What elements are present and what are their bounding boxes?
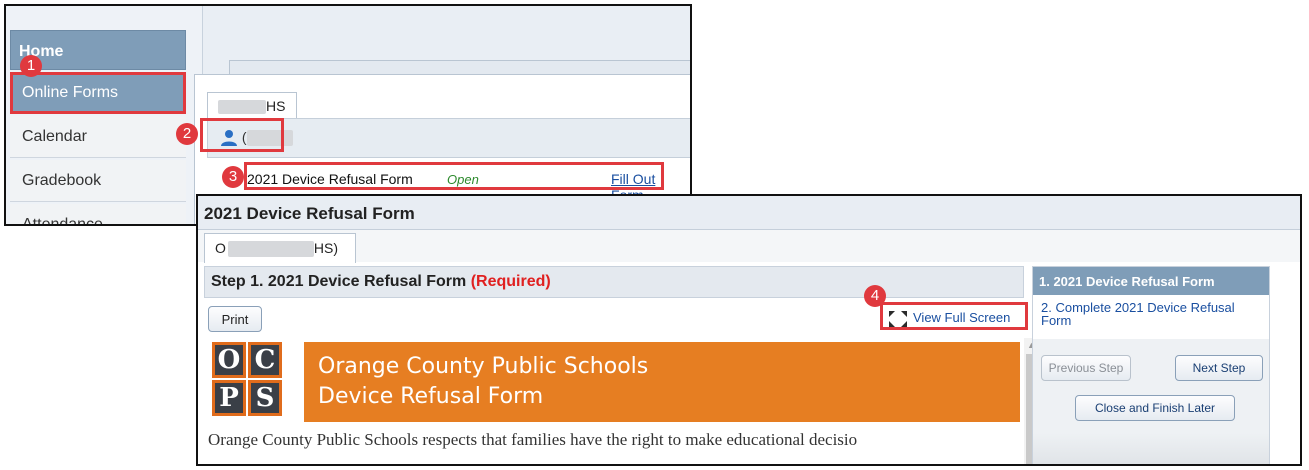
- document-fade: [204, 450, 1040, 464]
- next-step-button[interactable]: Next Step: [1175, 355, 1263, 381]
- highlight-view-full-screen: [880, 302, 1028, 330]
- sidebar-item-attendance[interactable]: Attendance: [10, 204, 186, 224]
- sidebar-item-calendar[interactable]: Calendar: [10, 116, 186, 158]
- school-tab-prefix: O: [215, 240, 226, 256]
- banner-form-name: Device Refusal Form: [318, 384, 544, 409]
- school-tab[interactable]: O HS): [204, 233, 356, 263]
- step-title: Step 1. 2021 Device Refusal Form: [211, 273, 467, 290]
- logo-letter: O: [212, 342, 246, 378]
- school-tab-suffix: HS): [313, 240, 339, 256]
- school-tab-label: HS: [266, 98, 286, 114]
- callout-badge-4: 4: [864, 285, 886, 307]
- banner-district-name: Orange County Public Schools: [318, 354, 649, 379]
- previous-step-button[interactable]: Previous Step: [1041, 355, 1131, 381]
- logo-letter: C: [248, 342, 282, 378]
- portal-screenshot: Home Online Forms Calendar Gradebook Att…: [4, 4, 692, 226]
- logo-letter: S: [248, 380, 282, 416]
- highlight-online-forms: [10, 72, 186, 114]
- step-item-2[interactable]: 2. Complete 2021 Device Refusal Form: [1033, 295, 1269, 339]
- step-item-1[interactable]: 1. 2021 Device Refusal Form: [1033, 267, 1269, 295]
- close-and-finish-later-button[interactable]: Close and Finish Later: [1075, 395, 1235, 421]
- sidebar-item-gradebook[interactable]: Gradebook: [10, 160, 186, 202]
- form-document-frame[interactable]: O C P S Orange County Public Schools Dev…: [204, 338, 1040, 464]
- form-window-title: 2021 Device Refusal Form: [198, 196, 1300, 230]
- callout-badge-3: 3: [222, 166, 244, 188]
- print-button[interactable]: Print: [208, 306, 262, 332]
- step-header: Step 1. 2021 Device Refusal Form (Requir…: [204, 266, 1024, 298]
- highlight-student-header: [200, 118, 284, 152]
- form-screenshot: 2021 Device Refusal Form O HS) Step 1. 20…: [196, 194, 1302, 466]
- form-tab-bar: O HS): [198, 230, 1300, 263]
- document-banner: Orange County Public Schools Device Refu…: [304, 342, 1020, 422]
- ocps-logo: O C P S: [212, 342, 288, 422]
- callout-badge-2: 2: [176, 123, 198, 145]
- callout-badge-1: 1: [20, 55, 42, 77]
- steps-panel-fade: [1033, 433, 1269, 464]
- document-body-text: Orange County Public Schools respects th…: [208, 430, 858, 449]
- redacted-text: [227, 241, 314, 258]
- required-label: (Required): [470, 273, 551, 290]
- redacted-text: [218, 100, 266, 115]
- steps-panel: 1. 2021 Device Refusal Form 2. Complete …: [1032, 266, 1270, 464]
- logo-letter: P: [212, 380, 246, 416]
- school-tab[interactable]: HS: [207, 92, 297, 118]
- highlight-form-row: [244, 162, 664, 190]
